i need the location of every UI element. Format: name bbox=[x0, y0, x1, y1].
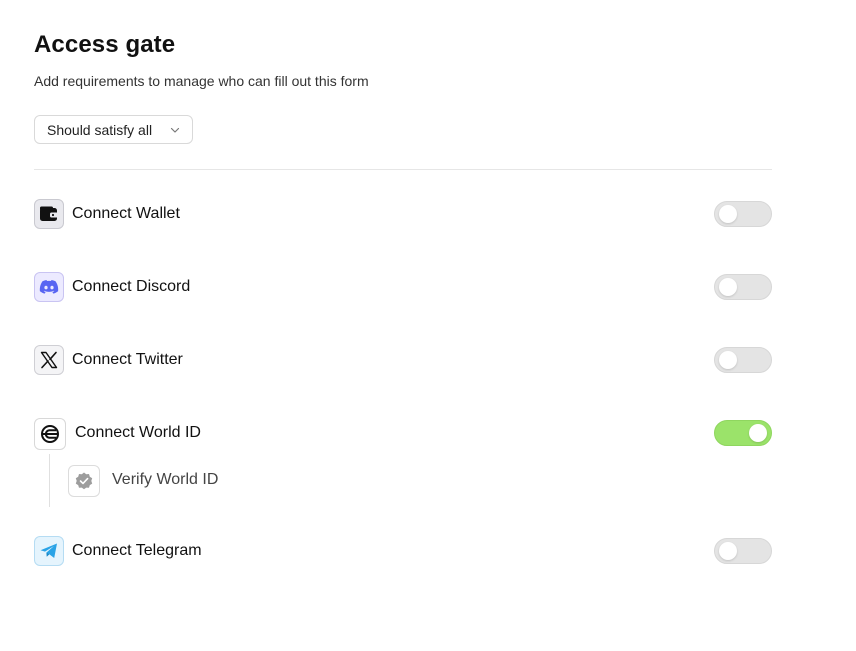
toggle-twitter[interactable] bbox=[714, 347, 772, 373]
discord-icon bbox=[34, 272, 64, 302]
page-subtitle: Add requirements to manage who can fill … bbox=[34, 73, 369, 89]
requirement-world-id: Connect World ID bbox=[34, 418, 772, 450]
world-id-icon bbox=[34, 418, 66, 450]
toggle-telegram[interactable] bbox=[714, 538, 772, 564]
requirement-twitter: Connect Twitter bbox=[34, 345, 772, 375]
requirement-label: Connect Wallet bbox=[72, 205, 180, 222]
requirement-label: Connect Telegram bbox=[72, 542, 202, 559]
chevron-down-icon bbox=[170, 127, 180, 133]
requirement-discord: Connect Discord bbox=[34, 272, 772, 302]
requirement-telegram: Connect Telegram bbox=[34, 536, 772, 566]
verified-badge-icon bbox=[68, 465, 100, 497]
condition-select-value: Should satisfy all bbox=[47, 121, 153, 138]
x-twitter-icon bbox=[34, 345, 64, 375]
toggle-knob bbox=[719, 542, 737, 560]
toggle-knob bbox=[749, 424, 767, 442]
toggle-discord[interactable] bbox=[714, 274, 772, 300]
sub-item-connector bbox=[49, 454, 50, 507]
toggle-knob bbox=[719, 278, 737, 296]
requirement-wallet: Connect Wallet bbox=[34, 199, 772, 229]
telegram-icon bbox=[34, 536, 64, 566]
page-title: Access gate bbox=[34, 31, 176, 58]
toggle-wallet[interactable] bbox=[714, 201, 772, 227]
divider bbox=[34, 169, 772, 170]
requirement-label: Connect World ID bbox=[75, 424, 201, 441]
condition-select[interactable]: Should satisfy all bbox=[34, 115, 193, 144]
wallet-icon bbox=[34, 199, 64, 229]
requirement-label: Connect Discord bbox=[72, 278, 191, 295]
access-gate-page: Access gate Add requirements to manage w… bbox=[0, 0, 856, 651]
sub-requirement-label: Verify World ID bbox=[112, 471, 219, 488]
toggle-world-id[interactable] bbox=[714, 420, 772, 446]
toggle-knob bbox=[719, 351, 737, 369]
toggle-knob bbox=[719, 205, 737, 223]
requirement-label: Connect Twitter bbox=[72, 351, 183, 368]
sub-requirement-verify-world-id[interactable]: Verify World ID bbox=[68, 465, 368, 497]
